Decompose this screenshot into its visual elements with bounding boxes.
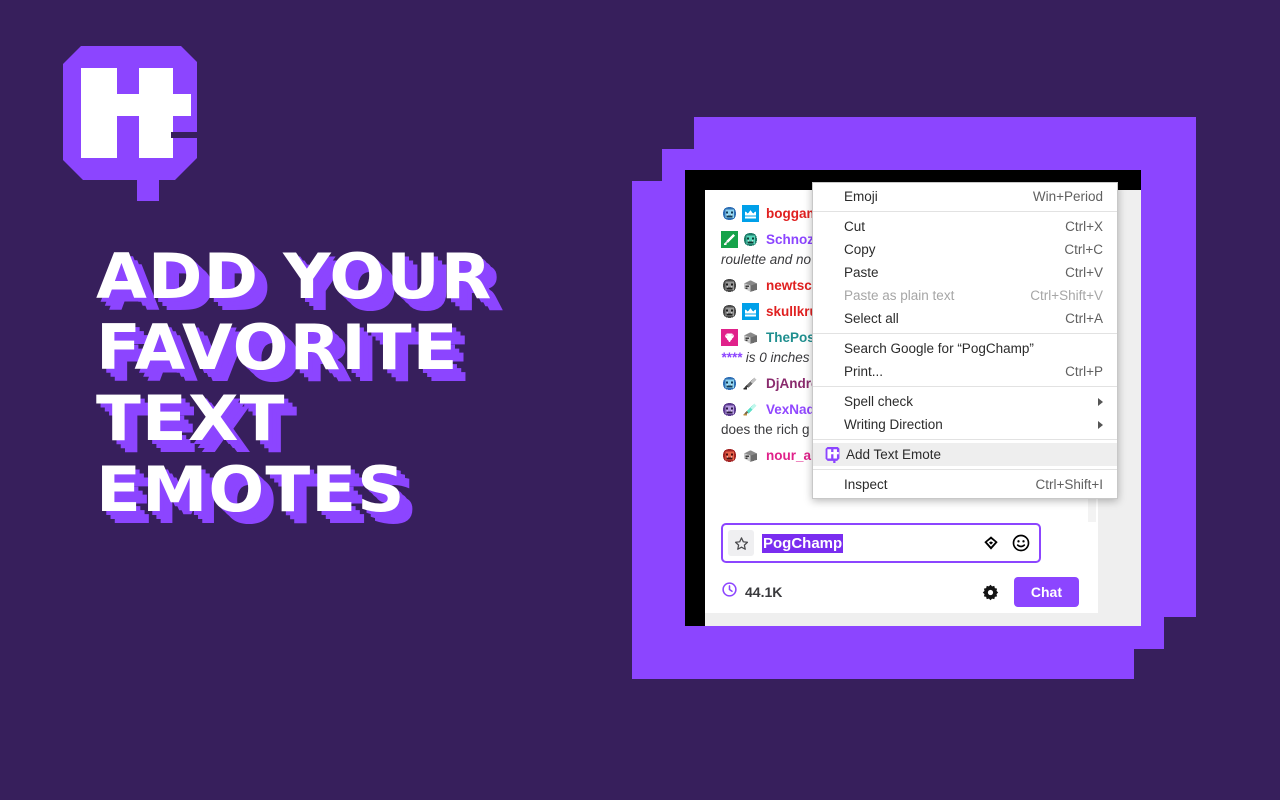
menu-item-paste-as-plain-text: Paste as plain text Ctrl+Shift+V (813, 284, 1117, 307)
chat-input-icons (981, 533, 1031, 553)
menu-item-inspect[interactable]: Inspect Ctrl+Shift+I (813, 473, 1117, 496)
headline-line-2: favorite (96, 311, 459, 385)
chat-username[interactable]: VexNad (766, 402, 815, 417)
brand-panel: Add your favorite text emotes (0, 0, 620, 800)
tt-logo (63, 46, 197, 201)
clock-icon (721, 581, 738, 603)
grey-sword-badge-icon (742, 375, 759, 392)
menu-item-paste[interactable]: Paste Ctrl+V (813, 261, 1117, 284)
tt-logo-icon (823, 446, 841, 464)
menu-item-label: Cut (844, 219, 866, 234)
menu-item-label: Spell check (844, 394, 914, 409)
menu-separator (813, 439, 1117, 440)
menu-item-label: Select all (844, 311, 899, 326)
menu-item-search-google-for-pogchamp[interactable]: Search Google for “PogChamp” (813, 337, 1117, 360)
grey-box-badge-icon (742, 329, 759, 346)
menu-separator (813, 333, 1117, 334)
star-icon[interactable] (728, 530, 754, 556)
menu-item-label: Writing Direction (844, 417, 943, 432)
context-menu[interactable]: Emoji Win+Period Cut Ctrl+X Copy Ctrl+C Paste C… (812, 182, 1118, 499)
menu-item-label: Copy (844, 242, 876, 257)
teal-sword-badge-icon (742, 401, 759, 418)
grey-monster-avatar-icon (721, 303, 738, 320)
viewer-count-label: 44.1K (745, 584, 783, 600)
menu-item-emoji[interactable]: Emoji Win+Period (813, 185, 1117, 208)
blue-monster-avatar-icon (721, 375, 738, 392)
green-sword-badge-icon (721, 230, 738, 248)
crown-badge-icon (742, 204, 759, 222)
menu-item-cut[interactable]: Cut Ctrl+X (813, 215, 1117, 238)
bits-icon[interactable] (981, 533, 1001, 553)
grey-monster-avatar-icon (721, 277, 738, 294)
grey-box-badge-icon (742, 277, 759, 294)
menu-item-writing-direction[interactable]: Writing Direction (813, 413, 1117, 436)
crown-badge-icon (742, 302, 759, 320)
menu-item-shortcut: Win+Period (1032, 189, 1103, 204)
grey-box-badge-icon (742, 447, 759, 464)
menu-item-shortcut: Ctrl+Shift+I (1035, 477, 1103, 492)
gear-icon[interactable] (981, 583, 1000, 602)
menu-item-shortcut: Ctrl+A (1065, 311, 1103, 326)
menu-item-label: Paste (844, 265, 879, 280)
teal-monster-avatar-icon (742, 231, 759, 248)
menu-item-label: Add Text Emote (846, 447, 942, 462)
menu-item-add-text-emote[interactable]: Add Text Emote (813, 443, 1117, 466)
menu-item-spell-check[interactable]: Spell check (813, 390, 1117, 413)
menu-item-shortcut: Ctrl+V (1065, 265, 1103, 280)
chat-username[interactable]: ThePosi (766, 330, 819, 345)
menu-item-shortcut: Ctrl+P (1065, 364, 1103, 379)
viewer-count: 44.1K (721, 581, 782, 603)
chat-send-button[interactable]: Chat (1013, 577, 1079, 607)
pink-gem-badge-icon (721, 328, 738, 346)
headline-line-4: emotes (96, 453, 406, 527)
menu-item-label: Print... (844, 364, 884, 379)
red-monster-avatar-icon (721, 447, 738, 464)
menu-separator (813, 211, 1117, 212)
menu-item-copy[interactable]: Copy Ctrl+C (813, 238, 1117, 261)
menu-item-select-all[interactable]: Select all Ctrl+A (813, 307, 1117, 330)
menu-item-label: Paste as plain text (844, 288, 955, 303)
chat-input[interactable]: PogChamp (721, 523, 1041, 563)
menu-item-label: Search Google for “PogChamp” (844, 341, 1034, 356)
chevron-right-icon (1098, 397, 1103, 406)
chat-input-value[interactable]: PogChamp (762, 533, 844, 553)
chevron-right-icon (1098, 420, 1103, 429)
menu-separator (813, 386, 1117, 387)
menu-separator (813, 469, 1117, 470)
chat-username[interactable]: skullkru (766, 304, 818, 319)
menu-item-label: Inspect (844, 477, 888, 492)
headline-line-3: text (96, 382, 286, 456)
blue-monster-avatar-icon (721, 205, 738, 222)
purple-monster-avatar-icon (721, 401, 738, 418)
chat-username[interactable]: DjAndre (766, 376, 819, 391)
menu-item-print[interactable]: Print... Ctrl+P (813, 360, 1117, 383)
headline-line-1: Add your (96, 240, 493, 313)
chat-bottom-bar: 44.1K Chat (721, 575, 1079, 609)
menu-item-shortcut: Ctrl+X (1065, 219, 1103, 234)
chat-username[interactable]: boggam (766, 206, 819, 221)
emote-smiley-icon[interactable] (1011, 533, 1031, 553)
menu-item-shortcut: Ctrl+C (1064, 242, 1103, 257)
menu-item-shortcut: Ctrl+Shift+V (1030, 288, 1103, 303)
page-title: Add your favorite text emotes (96, 245, 616, 532)
chat-actions: Chat (981, 577, 1079, 607)
menu-item-label: Emoji (844, 189, 878, 204)
